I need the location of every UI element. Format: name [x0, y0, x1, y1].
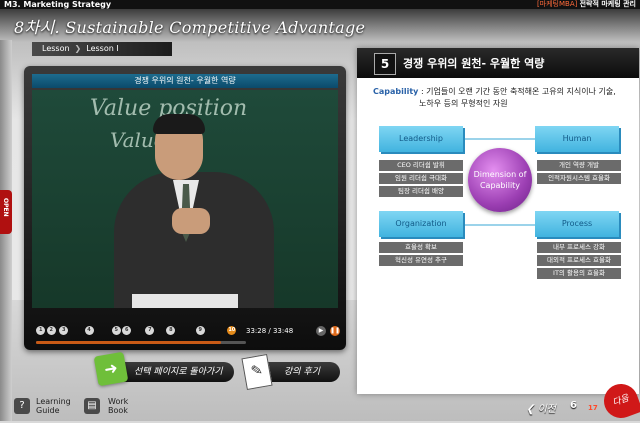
- leadership-box: Leadership: [379, 126, 463, 152]
- slide-panel: 5 경쟁 우위의 원천- 우월한 역량 Capability : 기업들이 오랜…: [357, 48, 639, 394]
- work-book-line1: Work: [108, 397, 129, 406]
- slide-title: 경쟁 우위의 원천- 우월한 역량: [403, 57, 545, 70]
- center-line-1: Dimension of: [473, 170, 527, 179]
- pause-icon[interactable]: ❚❚: [330, 326, 340, 336]
- organization-item-2: 혁신성 유연성 추구: [379, 255, 463, 266]
- slide-number: 5: [374, 53, 396, 75]
- capability-key: Capability: [373, 87, 419, 96]
- organization-box: Organization: [379, 211, 463, 237]
- capability-definition: Capability : 기업들이 오랜 기간 동안 축적해온 고유의 지식이나…: [373, 86, 616, 98]
- capability-line-1: : 기업들이 오랜 기간 동안 축적해온 고유의 지식이나 기술,: [420, 87, 616, 96]
- center-line-2: Capability: [479, 181, 521, 190]
- video-screen[interactable]: Value position Value: [32, 90, 338, 308]
- chapter-marker-10[interactable]: 10: [227, 326, 237, 335]
- process-item-1: 내부 프로세스 강화: [537, 242, 621, 253]
- top-bar: M3. Marketing Strategy [마케팅MBA] 전략적 마케팅 …: [0, 0, 640, 9]
- connector-top: [465, 138, 535, 140]
- chapter-marker-5[interactable]: 5: [111, 326, 121, 335]
- timecode: 33:28 / 33:48: [246, 327, 294, 335]
- brand-label: [마케팅MBA] 전략적 마케팅 관리: [537, 0, 636, 9]
- return-arrow-icon[interactable]: ➜: [93, 351, 129, 387]
- leadership-item-3: 팀장 리더쉽 배양: [379, 186, 463, 197]
- learning-guide-link[interactable]: Learning Guide: [36, 397, 71, 415]
- lecture-review-label: 강의 후기: [284, 367, 320, 377]
- chapter-marker-1[interactable]: 1: [36, 326, 46, 335]
- progress-track[interactable]: [36, 341, 246, 344]
- current-page: 6: [570, 400, 577, 411]
- clipboard-icon[interactable]: ✎: [241, 353, 273, 391]
- leadership-item-1: CEO 리더쉽 발휘: [379, 160, 463, 171]
- capability-center-circle: Dimension of Capability: [468, 148, 532, 212]
- chapter-marker-4[interactable]: 4: [84, 326, 94, 335]
- chapter-marker-3[interactable]: 3: [59, 326, 69, 335]
- chapter-marker-7[interactable]: 7: [145, 326, 155, 335]
- chapter-marker-2[interactable]: 2: [46, 326, 56, 335]
- process-box: Process: [535, 211, 619, 237]
- learning-guide-line2: Guide: [36, 406, 60, 415]
- back-to-selection-label: 선택 페이지로 돌아가기: [134, 367, 223, 377]
- breadcrumb-current: Lesson I: [86, 44, 119, 53]
- prev-button[interactable]: ❮ 이전: [526, 400, 556, 415]
- open-side-tab[interactable]: OPEN: [0, 190, 12, 234]
- human-box: Human: [535, 126, 619, 152]
- chapter-marker-6[interactable]: 6: [122, 326, 132, 335]
- process-item-3: IT의 활용의 효율화: [537, 268, 621, 279]
- process-item-2: 대외적 프로세스 효율화: [537, 255, 621, 266]
- organization-item-1: 효율성 확보: [379, 242, 463, 253]
- chapter-marker-8[interactable]: 8: [166, 326, 176, 335]
- breadcrumb-lesson[interactable]: Lesson: [42, 44, 70, 53]
- human-item-1: 개인 역량 개발: [537, 160, 621, 171]
- learning-guide-line1: Learning: [36, 397, 71, 406]
- learning-guide-icon[interactable]: ?: [14, 398, 30, 414]
- open-tab-label: OPEN: [2, 198, 9, 217]
- play-icon[interactable]: ▶: [316, 326, 326, 336]
- next-label: 다음: [611, 393, 631, 409]
- video-title: 경쟁 우위의 원천- 우월한 역량: [32, 74, 338, 88]
- prev-label: 이전: [537, 404, 556, 415]
- brand-text: 전략적 마케팅 관리: [579, 0, 636, 8]
- lesson-title: 8차시. Sustainable Competitive Advantage: [14, 18, 366, 37]
- work-book-icon[interactable]: ▤: [84, 398, 100, 414]
- brand-tag: [마케팅MBA]: [536, 0, 578, 8]
- lecturer-hair: [153, 114, 205, 134]
- connector-bottom: [465, 224, 535, 226]
- page-navigation: ❮ 이전 6 17 다음: [526, 379, 640, 423]
- chapter-marker-9[interactable]: 9: [195, 326, 205, 335]
- work-book-link[interactable]: Work Book: [108, 397, 128, 415]
- breadcrumb: Lesson ❯ Lesson I: [32, 42, 172, 56]
- back-to-selection-button[interactable]: 선택 페이지로 돌아가기: [110, 362, 234, 382]
- total-pages: 17: [588, 404, 598, 412]
- leadership-item-2: 임원 리더쉽 극대화: [379, 173, 463, 184]
- human-item-2: 인적자원시스템 효율화: [537, 173, 621, 184]
- capability-line-2: 노하우 등의 무형적인 자원: [419, 99, 508, 108]
- video-player: 경쟁 우위의 원천- 우월한 역량 Value position Value 1…: [24, 66, 346, 350]
- slide-header: 5 경쟁 우위의 원천- 우월한 역량: [357, 48, 639, 78]
- lecturer-hands: [172, 208, 210, 234]
- course-name: M3. Marketing Strategy: [4, 0, 112, 9]
- lectern: [132, 294, 238, 308]
- work-book-line2: Book: [108, 406, 128, 415]
- progress-fill: [36, 341, 221, 344]
- player-controls: 1 2 3 4 5 6 7 8 9 10 33:28 / 33:48 ▶ ❚❚: [32, 322, 340, 344]
- chevron-right-icon: ❯: [74, 44, 82, 53]
